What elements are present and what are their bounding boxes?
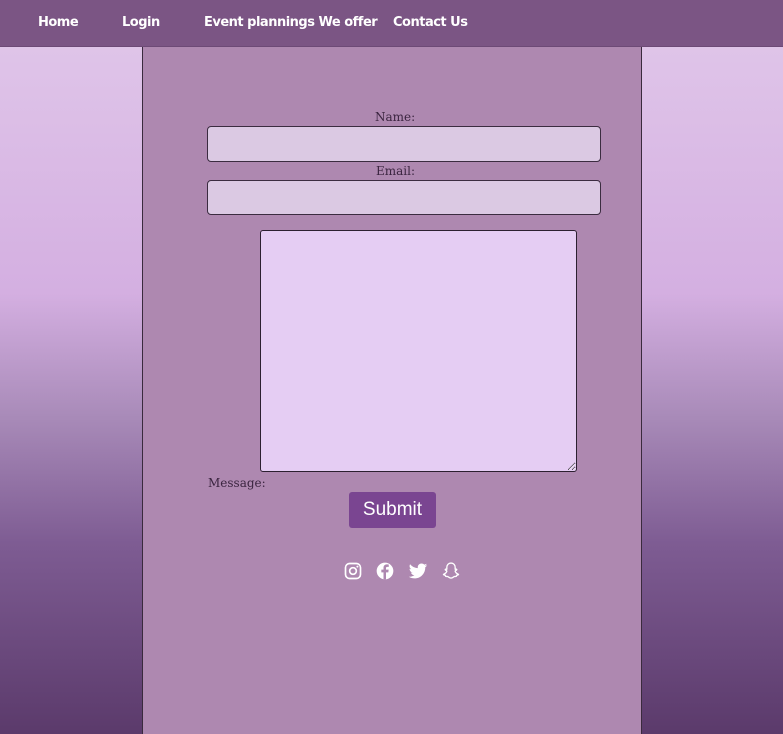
email-label: Email:: [376, 164, 416, 178]
message-label: Message:: [208, 476, 266, 490]
instagram-icon: [344, 562, 362, 580]
top-navbar: Home Login Event plannings We offer Cont…: [0, 0, 783, 47]
name-label: Name:: [375, 110, 416, 124]
message-textarea[interactable]: [260, 230, 577, 472]
snapchat-icon: [442, 562, 460, 579]
twitter-link[interactable]: [408, 561, 430, 583]
instagram-link[interactable]: [343, 561, 365, 583]
nav-events-link[interactable]: Event plannings We offer: [204, 15, 378, 30]
name-input[interactable]: [207, 126, 601, 162]
submit-button[interactable]: Submit: [349, 492, 436, 528]
email-input[interactable]: [207, 180, 601, 215]
facebook-link[interactable]: [375, 561, 397, 583]
facebook-icon: [376, 562, 394, 580]
snapchat-link[interactable]: [441, 561, 463, 583]
nav-login-link[interactable]: Login: [122, 15, 160, 30]
twitter-icon: [408, 563, 428, 579]
contact-panel: Name: Email: Message: Submit: [142, 47, 642, 734]
nav-home-link[interactable]: Home: [38, 15, 79, 30]
nav-contact-link[interactable]: Contact Us: [393, 15, 468, 30]
